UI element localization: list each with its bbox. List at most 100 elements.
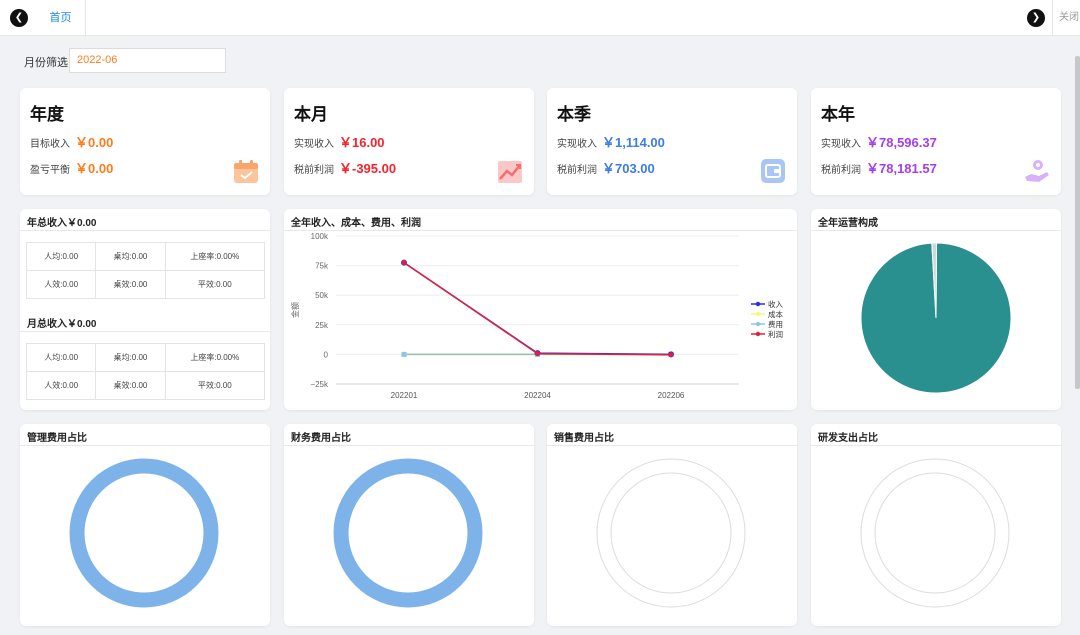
data-point	[535, 351, 540, 357]
month-card-title: 本月	[294, 105, 328, 124]
table-cell: 上座率:0.00%	[164, 343, 266, 372]
quarter-income: 实现收入 ￥1,114.00	[557, 132, 665, 151]
month-profit: 税前利润 ￥-395.00	[294, 158, 396, 177]
y-tick-label: −25k	[310, 380, 329, 389]
table-cell: 桌效:0.00	[95, 371, 166, 400]
table-row: 人均:0.00 桌均:0.00 上座率:0.00%	[25, 242, 266, 271]
sales-expense-donut	[596, 458, 746, 608]
table-row: 人均:0.00 桌均:0.00 上座率:0.00%	[25, 343, 266, 372]
mgmt-expense-panel: 管理费用占比	[20, 424, 270, 626]
pie-chart-panel: 全年运营构成	[811, 209, 1061, 410]
month-filter-input[interactable]: 2022-06	[69, 48, 226, 73]
y-tick-label: 25k	[315, 321, 329, 330]
x-tick-label: 202201	[391, 391, 418, 400]
data-point	[401, 351, 407, 357]
annual-breakeven: 盈亏平衡 ￥0.00	[30, 158, 113, 177]
donut-outer-ring	[860, 458, 1010, 608]
table-cell: 上座率:0.00%	[164, 242, 266, 271]
year-income-value: ￥78,596.37	[866, 135, 937, 150]
line-chart-panel: 全年收入、成本、费用、利润 100k 75k 50k 25k 0 −25k 金额 202201…	[284, 209, 797, 410]
table-cell: 平效:0.00	[164, 270, 266, 299]
legend-marker	[755, 311, 761, 317]
month-profit-value: ￥-395.00	[339, 161, 397, 176]
quarter-card: 本季 实现收入 ￥1,114.00 税前利润 ￥703.00	[547, 88, 797, 195]
rnd-expense-panel: 研发支出占比	[811, 424, 1061, 626]
donut-ring	[69, 458, 219, 608]
annual-target-income-value: ￥0.00	[75, 135, 114, 150]
y-tick-label: 0	[324, 350, 329, 359]
month-card: 本月 实现收入 ￥16.00 税前利润 ￥-395.00	[284, 88, 534, 195]
monthly-kpi-table: 人均:0.00 桌均:0.00 上座率:0.00% 人效:0.00 桌效:0.0…	[25, 343, 266, 400]
tab-home[interactable]: 首页	[36, 0, 86, 36]
income-kpi-panel: 年总收入￥0.00 人均:0.00 桌均:0.00 上座率:0.00% 人效:0…	[20, 209, 270, 410]
annual-target-income-label: 目标收入	[30, 139, 70, 150]
table-cell: 桌均:0.00	[95, 343, 166, 372]
tab-bar: ❮ 首页 ❯ 关闭	[0, 0, 1080, 36]
legend-marker	[755, 321, 761, 327]
table-cell: 平效:0.00	[164, 371, 266, 400]
quarter-card-title: 本季	[557, 105, 591, 124]
hand-coin-icon	[1025, 160, 1049, 182]
donut-inner-ring	[874, 472, 996, 594]
month-income-value: ￥16.00	[339, 135, 385, 150]
table-row: 人效:0.00 桌效:0.00 平效:0.00	[25, 270, 266, 299]
page-scrollbar[interactable]	[1075, 56, 1080, 389]
legend-label: 利润	[768, 329, 783, 339]
annual-target-income: 目标收入 ￥0.00	[30, 132, 113, 151]
month-profit-label: 税前利润	[294, 165, 334, 176]
donut-inner-ring	[610, 472, 732, 594]
table-cell: 人均:0.00	[25, 343, 97, 372]
quarter-profit-value: ￥703.00	[602, 161, 655, 176]
x-tick-label: 202204	[524, 391, 551, 400]
table-cell: 桌均:0.00	[95, 242, 166, 271]
divider	[20, 230, 270, 231]
annual-breakeven-value: ￥0.00	[75, 161, 114, 176]
legend-label: 成本	[768, 309, 783, 319]
table-row: 人效:0.00 桌效:0.00 平效:0.00	[25, 371, 266, 400]
wallet-icon	[761, 159, 785, 183]
tab-close-menu[interactable]: 关闭	[1052, 0, 1080, 36]
pie-chart	[860, 242, 1012, 394]
divider	[20, 331, 270, 332]
rnd-expense-donut	[860, 458, 1010, 608]
finance-expense-donut	[333, 458, 483, 608]
quarter-income-value: ￥1,114.00	[602, 135, 665, 150]
y-tick-label: 100k	[311, 232, 329, 241]
y-axis-label: 金额	[290, 302, 300, 318]
quarter-profit: 税前利润 ￥703.00	[557, 158, 655, 177]
data-point	[668, 352, 674, 358]
legend-label: 费用	[768, 319, 783, 329]
year-profit: 税前利润 ￥78,181.57	[821, 158, 937, 177]
line-chart: 100k 75k 50k 25k 0 −25k 金额 202201 202204 202206 收入…	[290, 232, 783, 400]
donut-outer-ring	[596, 458, 746, 608]
table-cell: 人效:0.00	[25, 270, 97, 299]
mgmt-expense-donut	[69, 458, 219, 608]
quarter-profit-label: 税前利润	[557, 165, 597, 176]
year-card: 本年 实现收入 ￥78,596.37 税前利润 ￥78,181.57	[811, 88, 1061, 195]
year-income: 实现收入 ￥78,596.37	[821, 132, 937, 151]
month-filter-label: 月份筛选	[24, 57, 68, 69]
tab-scroll-right-icon[interactable]: ❯	[1027, 9, 1045, 27]
donut-ring	[333, 458, 483, 608]
tab-scroll-left-icon[interactable]: ❮	[10, 9, 28, 27]
sales-expense-panel: 销售费用占比	[547, 424, 797, 626]
series-line-利润	[403, 262, 672, 356]
legend-marker	[755, 301, 761, 307]
y-tick-label: 50k	[315, 291, 329, 300]
table-cell: 桌效:0.00	[95, 270, 166, 299]
legend-label: 收入	[768, 299, 783, 309]
month-income-label: 实现收入	[294, 139, 334, 150]
calendar-icon	[234, 160, 258, 183]
x-tick-label: 202206	[658, 391, 685, 400]
year-profit-label: 税前利润	[821, 165, 861, 176]
table-cell: 人均:0.00	[25, 242, 97, 271]
annual-card-title: 年度	[30, 105, 64, 124]
table-cell: 人效:0.00	[25, 371, 97, 400]
year-card-title: 本年	[821, 105, 855, 124]
annual-breakeven-label: 盈亏平衡	[30, 165, 70, 176]
trend-chart-icon	[498, 161, 522, 183]
finance-expense-panel: 财务费用占比	[284, 424, 534, 626]
monthly-total-income-title: 月总收入￥0.00	[27, 319, 97, 330]
annual-kpi-table: 人均:0.00 桌均:0.00 上座率:0.00% 人效:0.00 桌效:0.0…	[25, 242, 266, 299]
quarter-income-label: 实现收入	[557, 139, 597, 150]
